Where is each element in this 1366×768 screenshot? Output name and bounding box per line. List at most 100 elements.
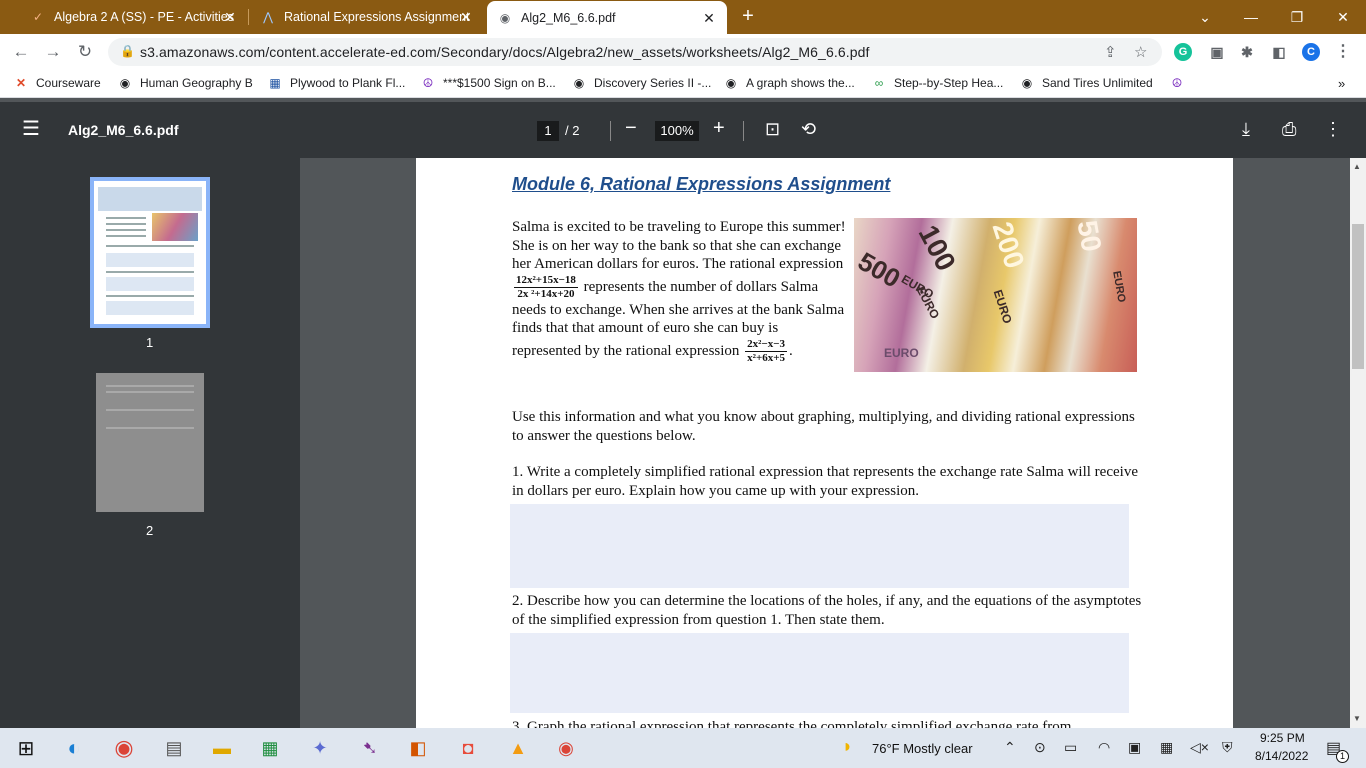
scroll-down-icon[interactable]: ▼ (1353, 714, 1361, 723)
calculator-icon[interactable]: ▤ (162, 736, 186, 760)
weather-text[interactable]: 76°F Mostly clear (872, 741, 973, 756)
pdf-page: Module 6, Rational Expressions Assignmen… (416, 158, 1233, 728)
thumbnail-label: 1 (146, 335, 154, 350)
back-button[interactable]: ← (10, 41, 32, 63)
bookmark-human-geography[interactable]: ◉ Human Geography B (118, 76, 253, 90)
answer-field-2[interactable] (510, 633, 1129, 713)
office-icon[interactable]: ◘ (456, 736, 480, 760)
scroll-up-icon[interactable]: ▲ (1353, 162, 1361, 171)
clock-date[interactable]: 8/14/2022 (1255, 749, 1308, 763)
tab-title: Algebra 2 A (SS) - PE - Activities (54, 10, 234, 24)
bookmark-courseware[interactable]: ✕ Courseware (14, 76, 101, 90)
zoom-out-button[interactable]: − (625, 117, 637, 140)
windows-start-icon[interactable]: ⊞ (14, 736, 38, 760)
app-icon[interactable]: ✦ (308, 736, 332, 760)
file-explorer-icon[interactable]: ▬ (210, 736, 234, 760)
page-number-input[interactable]: 1 (537, 121, 559, 141)
close-icon[interactable]: ✕ (701, 10, 717, 26)
bookmark-plywood[interactable]: ▦ Plywood to Plank Fl... (268, 76, 405, 90)
print-icon[interactable]: ⎙ (1282, 119, 1296, 140)
tab-rational-expressions[interactable]: ⋀ Rational Expressions Assignment ✕ (250, 0, 484, 34)
battery-icon[interactable]: ▭ (1064, 739, 1077, 756)
fit-page-icon[interactable]: ⊡ (765, 119, 780, 140)
tab-algebra-activities[interactable]: ✓ Algebra 2 A (SS) - PE - Activities ✕ (20, 0, 248, 34)
grammarly-icon[interactable]: G (1174, 43, 1192, 61)
zoom-input[interactable]: 100% (655, 121, 699, 141)
kebab-menu-icon[interactable]: ⋮ (1334, 43, 1352, 61)
clock-time[interactable]: 9:25 PM (1260, 731, 1305, 745)
lock-icon: 🔒 (120, 44, 135, 58)
question-3: 3. Graph the rational expression that re… (512, 719, 1072, 728)
tab-pdf-active[interactable]: ◉ Alg2_M6_6.6.pdf ✕ (487, 1, 727, 34)
edge-icon[interactable]: ◐ (62, 735, 86, 760)
window-close-button[interactable]: ✕ (1320, 0, 1366, 34)
puzzle-icon[interactable]: ✱ (1238, 43, 1256, 61)
euros-fraction: 2x²−x−3 x²+6x+5 (745, 337, 788, 364)
close-icon[interactable]: ✕ (458, 9, 474, 25)
forward-button[interactable]: → (42, 41, 64, 63)
keyboard-icon[interactable]: ▦ (1160, 739, 1173, 756)
minimize-button[interactable]: — (1228, 0, 1274, 34)
slides-icon[interactable]: ◧ (406, 736, 430, 760)
share-icon[interactable]: ⇪ (1104, 43, 1117, 61)
tab-title: Rational Expressions Assignment (284, 10, 470, 24)
page-total: / 2 (565, 123, 580, 138)
answer-field-1[interactable] (510, 504, 1129, 588)
tray-icon-1[interactable]: ⊙ (1034, 739, 1046, 756)
sidepanel-icon[interactable]: ◧ (1270, 43, 1288, 61)
courseware-icon: ✕ (15, 76, 27, 90)
globe-icon: ◉ (499, 10, 511, 25)
tab-title: Alg2_M6_6.6.pdf (521, 10, 616, 25)
notification-badge: 1 (1336, 750, 1349, 763)
thumbnail-sidebar: 1 2 (0, 158, 300, 728)
chevron-down-icon[interactable]: ⌄ (1182, 0, 1228, 34)
new-tab-button[interactable]: + (737, 5, 759, 27)
rotate-icon[interactable]: ⟲ (801, 119, 816, 140)
star-icon[interactable]: ☆ (1134, 43, 1147, 61)
extension-icon[interactable]: ▣ (1208, 43, 1226, 61)
scrollbar-thumb[interactable] (1352, 224, 1364, 369)
peace-icon: ☮ (1171, 76, 1183, 90)
address-bar[interactable]: 🔒 s3.amazonaws.com/content.accelerate-ed… (108, 38, 1162, 66)
zoom-in-button[interactable]: + (713, 117, 725, 140)
pdf-toolbar: ☰ Alg2_M6_6.6.pdf 1 / 2 − 100% + ⊡ ⟲ ⤓ ⎙… (0, 102, 1366, 158)
page-thumbnail-2[interactable] (96, 373, 204, 512)
bookmark-sign-on[interactable]: ☮ ***$1500 Sign on B... (421, 76, 556, 90)
app-icon-2[interactable]: ➷ (358, 736, 382, 760)
download-icon[interactable]: ⤓ (1242, 119, 1250, 140)
grid-icon: ▦ (269, 76, 281, 90)
profile-avatar[interactable]: C (1302, 43, 1320, 61)
bookmarks-overflow-button[interactable]: » (1338, 76, 1345, 91)
hamburger-menu-icon[interactable]: ☰ (22, 119, 40, 139)
vlc-icon[interactable]: ▲ (506, 736, 530, 760)
bookmark-sand-tires[interactable]: ◉ Sand Tires Unlimited (1020, 76, 1153, 90)
instructions-paragraph: Use this information and what you know a… (512, 409, 1135, 444)
spreadsheet-icon[interactable]: ▦ (258, 736, 282, 760)
restore-button[interactable]: ❐ (1274, 0, 1320, 34)
more-options-icon[interactable]: ⋮ (1324, 119, 1342, 140)
chrome-icon[interactable]: ◉ (112, 735, 136, 760)
shield-icon[interactable]: ⛨ (1222, 739, 1233, 756)
vertical-scrollbar[interactable]: ▲ ▼ (1350, 158, 1366, 728)
speaker-icon[interactable]: ◁× (1190, 739, 1209, 756)
reload-button[interactable]: ↻ (74, 41, 96, 63)
bookmark-discovery[interactable]: ◉ Discovery Series II -... (572, 76, 712, 90)
chrome-profile-icon[interactable]: ◉ (554, 736, 578, 760)
page-title: Module 6, Rational Expressions Assignmen… (512, 174, 891, 194)
chevron-up-icon[interactable]: ⌃ (1004, 739, 1016, 756)
wifi-icon[interactable]: ◠ (1098, 739, 1110, 756)
page-thumbnail-1[interactable] (90, 177, 210, 328)
globe-icon: ◉ (725, 76, 737, 90)
intro-paragraph: Salma is excited to be traveling to Euro… (512, 219, 846, 364)
document-viewport[interactable]: Module 6, Rational Expressions Assignmen… (300, 158, 1350, 728)
bookmark-graph[interactable]: ◉ A graph shows the... (724, 76, 855, 90)
question-1: 1. Write a completely simplified rationa… (512, 464, 1138, 499)
divider (610, 121, 611, 141)
pdf-filename: Alg2_M6_6.6.pdf (68, 122, 179, 138)
bookmark-peace[interactable]: ☮ (1170, 76, 1192, 90)
tray-icon-2[interactable]: ▣ (1128, 739, 1141, 756)
bookmark-step-by-step[interactable]: ∞ Step--by-Step Hea... (872, 76, 1004, 90)
chart-icon: ⋀ (263, 10, 273, 24)
globe-icon: ◉ (119, 76, 131, 90)
close-icon[interactable]: ✕ (222, 9, 238, 25)
